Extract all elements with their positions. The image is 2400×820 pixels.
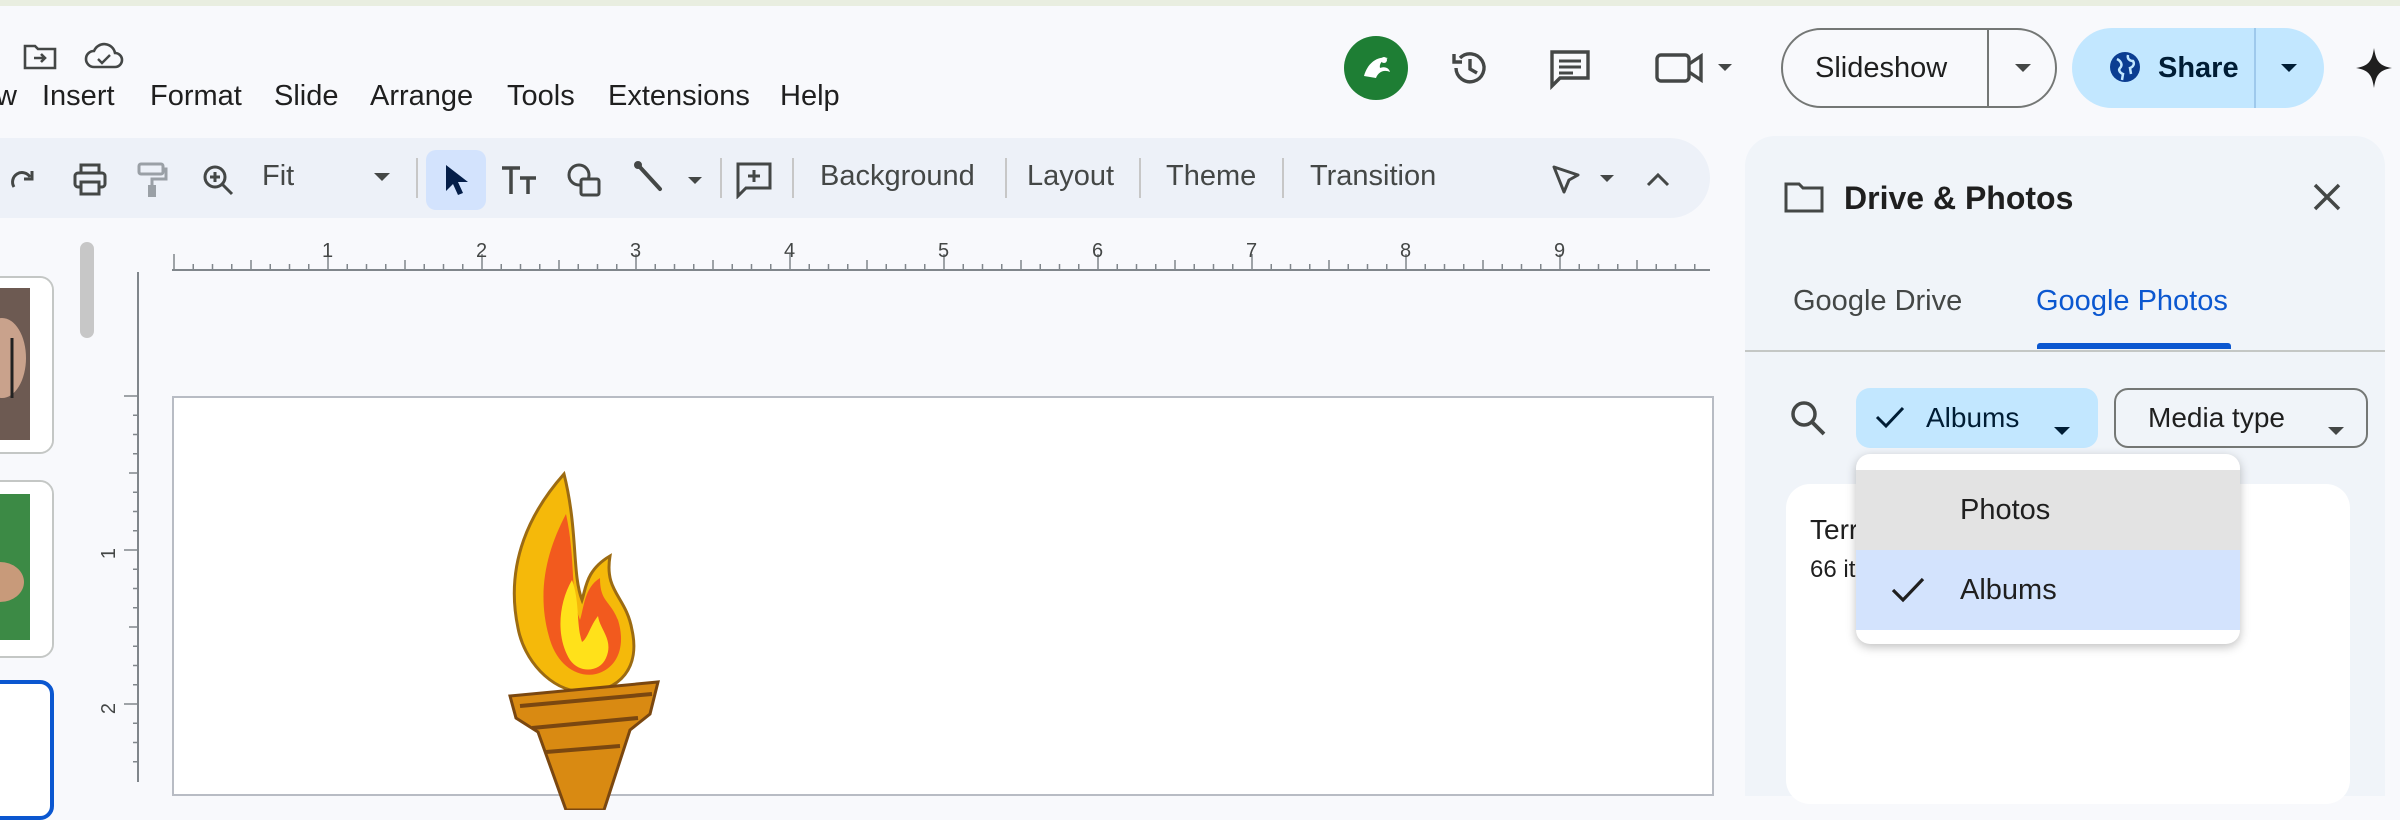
collapse-toolbar-icon[interactable]: [1640, 166, 1676, 194]
active-tab-indicator: [2037, 343, 2231, 349]
theme-button[interactable]: Theme: [1166, 160, 1256, 193]
media-type-chevron-down-icon: [2326, 412, 2346, 444]
slideshow-button-group: Slideshow: [1781, 28, 2057, 108]
paint-format-icon[interactable]: [134, 160, 170, 200]
transition-button[interactable]: Transition: [1310, 160, 1436, 193]
albums-filter-chip[interactable]: Albums: [1856, 388, 2098, 448]
media-type-label: Media type: [2148, 402, 2285, 433]
ruler-label-7: 7: [1246, 240, 1258, 262]
albums-filter-label: Albums: [1926, 402, 2020, 433]
move-to-folder-icon[interactable]: [22, 40, 58, 72]
close-icon[interactable]: [2308, 178, 2346, 216]
ruler-label-4: 4: [784, 240, 796, 262]
comments-icon[interactable]: [1546, 46, 1594, 92]
check-icon: [1890, 576, 1926, 612]
ruler-label-9: 9: [1554, 240, 1566, 262]
folder-icon: [1782, 178, 1826, 216]
top-border: [0, 0, 2400, 6]
gemini-spark-icon[interactable]: [2354, 46, 2394, 90]
shape-icon[interactable]: [564, 160, 604, 200]
slide-thumbnail-3-selected[interactable]: [0, 680, 54, 820]
albums-chevron-down-icon: [2052, 412, 2072, 444]
dropdown-option-photos-label: Photos: [1960, 493, 2051, 526]
albums-dropdown-menu: Photos Albums: [1856, 454, 2240, 644]
toolbar-divider: [416, 158, 418, 198]
menu-help[interactable]: Help: [780, 80, 840, 113]
share-options-chevron-icon[interactable]: [2256, 28, 2322, 108]
check-icon: [1874, 404, 1906, 437]
ruler-label-2: 2: [476, 240, 488, 262]
menu-view[interactable]: w: [0, 80, 17, 113]
horizontal-ruler: [140, 236, 1710, 272]
pen-tool-icon[interactable]: [1550, 160, 1622, 200]
torch-clipart[interactable]: [454, 470, 694, 810]
background-button[interactable]: Background: [820, 160, 975, 193]
print-icon[interactable]: [70, 162, 110, 198]
redo-icon[interactable]: [6, 164, 40, 196]
user-avatar[interactable]: [1344, 36, 1408, 100]
ruler-label-5: 5: [938, 240, 950, 262]
filmstrip-scrollbar[interactable]: [80, 242, 94, 338]
share-button[interactable]: Share: [2158, 52, 2239, 85]
meet-camera-icon[interactable]: [1654, 48, 1738, 88]
menu-tools[interactable]: Tools: [507, 80, 575, 113]
album-item-count: 66 it: [1810, 556, 1856, 583]
toolbar-divider: [1005, 158, 1007, 198]
slide-thumbnail-2[interactable]: [0, 480, 54, 658]
toolbar-divider: [720, 158, 722, 198]
dropdown-option-albums[interactable]: Albums: [1856, 550, 2240, 630]
panel-title: Drive & Photos: [1844, 180, 2074, 216]
share-button-group: Share: [2072, 28, 2324, 108]
ruler-label-1: 1: [322, 240, 334, 262]
ruler-label-8: 8: [1400, 240, 1412, 262]
layout-button[interactable]: Layout: [1027, 160, 1114, 193]
tab-google-drive[interactable]: Google Drive: [1793, 285, 1962, 318]
toolbar-divider: [1139, 158, 1141, 198]
search-icon[interactable]: [1788, 398, 1828, 438]
ruler-label-3: 3: [630, 240, 642, 262]
zoom-dropdown-icon[interactable]: [370, 170, 394, 184]
menu-extensions[interactable]: Extensions: [608, 80, 750, 113]
cloud-saved-icon[interactable]: [84, 40, 124, 72]
select-tool-icon[interactable]: [426, 150, 486, 210]
menu-slide[interactable]: Slide: [274, 80, 339, 113]
album-title: Terr: [1810, 514, 1859, 545]
vruler-label-1: 1: [98, 547, 121, 560]
slide-canvas[interactable]: [172, 396, 1714, 810]
toolbar-divider: [1282, 158, 1284, 198]
zoom-select[interactable]: Fit: [262, 160, 294, 193]
menu-insert[interactable]: Insert: [42, 80, 115, 113]
menu-arrange[interactable]: Arrange: [370, 80, 473, 113]
line-tool-icon[interactable]: [632, 158, 712, 202]
menu-format[interactable]: Format: [150, 80, 242, 113]
tabs-divider: [1745, 350, 2385, 352]
slide-thumbnail-1[interactable]: [0, 276, 54, 454]
media-type-filter-chip[interactable]: Media type: [2114, 388, 2368, 448]
dropdown-option-albums-label: Albums: [1960, 573, 2057, 606]
slideshow-options-chevron-icon[interactable]: [1989, 30, 2057, 106]
version-history-icon[interactable]: [1446, 44, 1494, 92]
dropdown-option-photos[interactable]: Photos: [1856, 470, 2240, 550]
new-comment-icon[interactable]: [734, 160, 774, 200]
vruler-label-2: 2: [98, 702, 121, 715]
zoom-icon[interactable]: [200, 162, 236, 198]
tab-google-photos[interactable]: Google Photos: [2036, 285, 2228, 318]
toolbar-divider: [792, 158, 794, 198]
text-box-icon[interactable]: [500, 160, 540, 200]
globe-icon: [2108, 50, 2142, 89]
slideshow-button[interactable]: Slideshow: [1815, 52, 1947, 85]
ruler-label-6: 6: [1092, 240, 1104, 262]
